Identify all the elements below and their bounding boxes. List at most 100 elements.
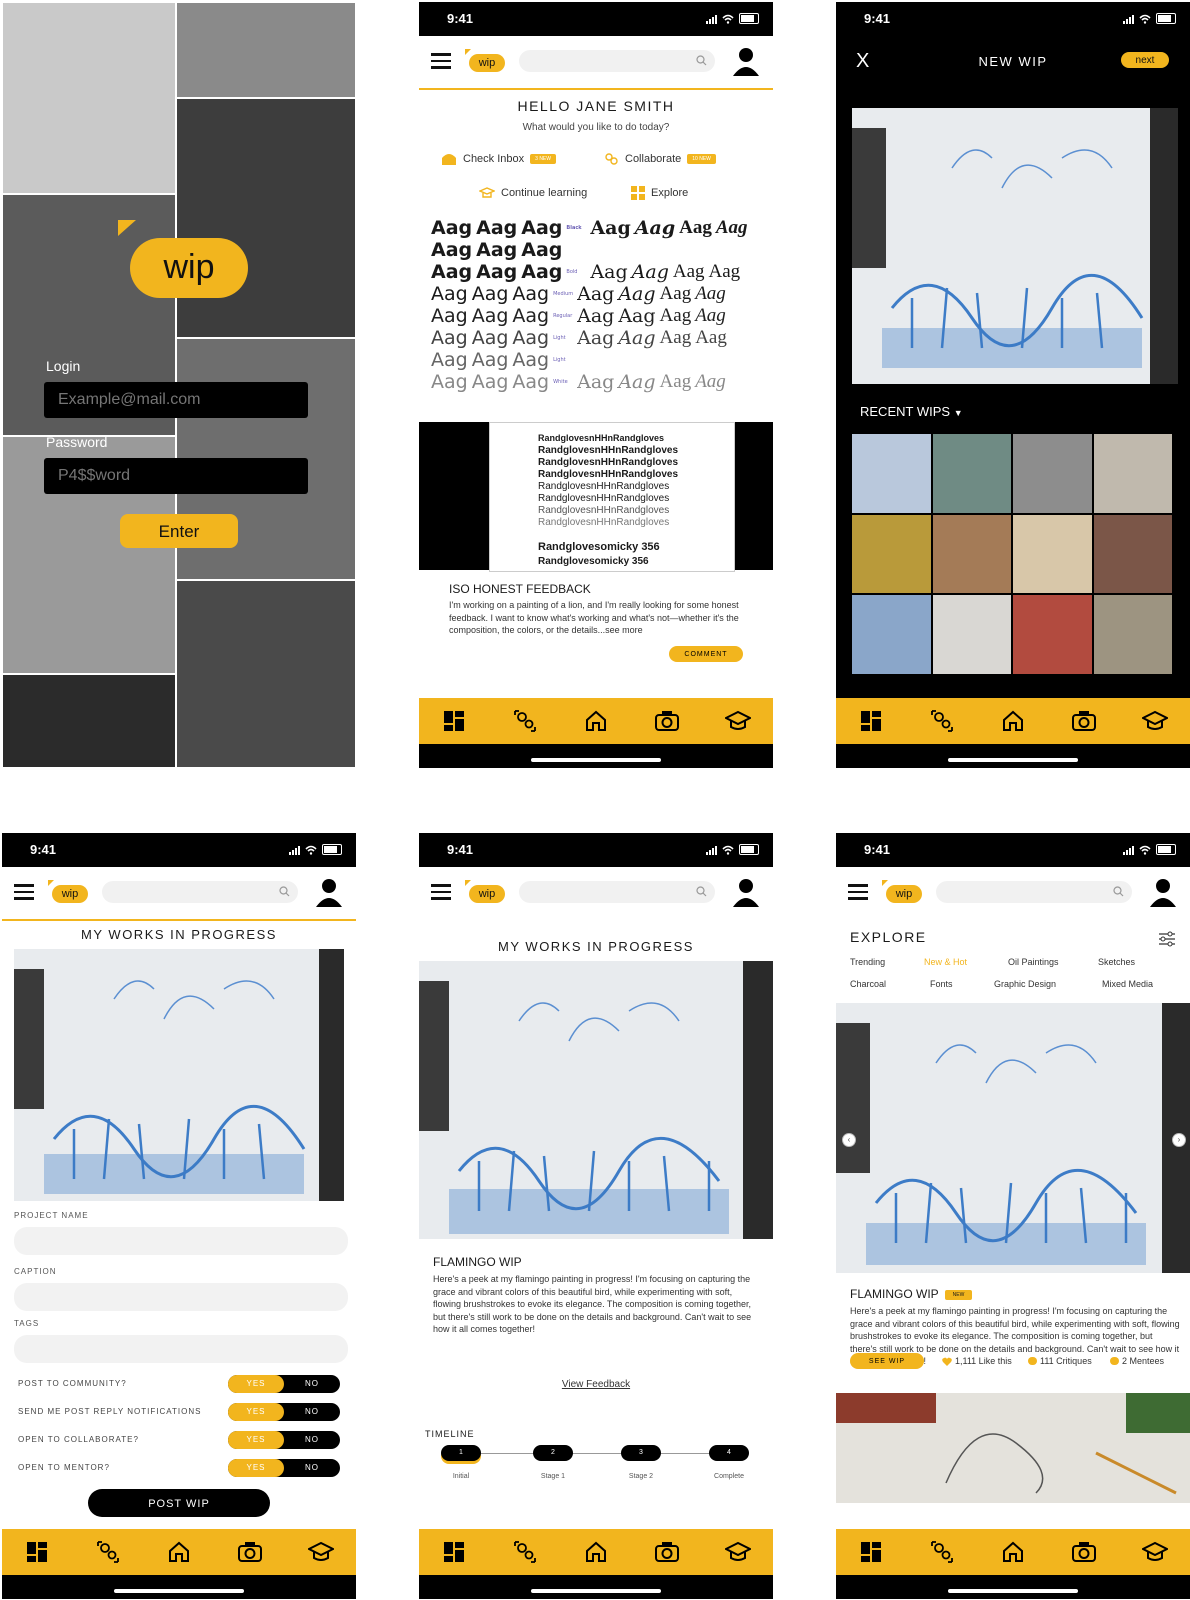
tab-dashboard[interactable] — [22, 1537, 52, 1567]
category-graphic-design[interactable]: Graphic Design — [994, 979, 1056, 989]
recent-wip-thumb[interactable] — [852, 595, 931, 674]
tab-camera[interactable] — [235, 1537, 265, 1567]
view-feedback-link[interactable]: View Feedback — [419, 1379, 773, 1390]
recent-wip-thumb[interactable] — [932, 595, 1011, 674]
tab-camera[interactable] — [1069, 706, 1099, 736]
email-field[interactable] — [44, 382, 308, 418]
tab-camera[interactable] — [1069, 1537, 1099, 1567]
yes-no-toggle[interactable]: YES NO — [228, 1403, 340, 1421]
profile-icon[interactable] — [1148, 877, 1178, 907]
dashboard-icon — [444, 1542, 465, 1562]
recent-wip-thumb[interactable] — [932, 434, 1011, 513]
wip-logo[interactable]: wip — [882, 880, 922, 903]
menu-icon[interactable] — [14, 884, 34, 900]
wip-logo[interactable]: wip — [465, 880, 505, 903]
recent-wip-thumb[interactable] — [1093, 434, 1172, 513]
tab-home[interactable] — [581, 706, 611, 736]
tab-dashboard[interactable] — [856, 1537, 886, 1567]
recent-wips-dropdown[interactable]: RECENT WIPS ▼ — [860, 404, 963, 419]
recent-wip-thumb[interactable] — [852, 434, 931, 513]
tab-home[interactable] — [581, 1537, 611, 1567]
type-mockup-image[interactable]: RandglovesnHHnRandgloves RandglovesnHHnR… — [419, 422, 773, 572]
tab-dashboard[interactable] — [439, 1537, 469, 1567]
check-inbox-button[interactable]: Check Inbox 3 NEW — [441, 152, 556, 166]
category-new-hot[interactable]: New & Hot — [924, 957, 967, 967]
tags-field[interactable] — [14, 1335, 348, 1363]
search-input[interactable] — [519, 50, 715, 72]
next-button[interactable]: next — [1121, 52, 1169, 68]
project-name-field[interactable] — [14, 1227, 348, 1255]
tab-collaborate[interactable] — [510, 1537, 540, 1567]
post-wip-button[interactable]: POST WIP — [88, 1489, 270, 1517]
tab-camera[interactable] — [652, 706, 682, 736]
category-fonts[interactable]: Fonts — [930, 979, 953, 989]
featured-wip-photo[interactable] — [836, 1003, 1190, 1273]
timeline-stage[interactable]: 4 — [709, 1445, 749, 1461]
wip-photo[interactable] — [14, 949, 344, 1201]
carousel-next-button[interactable]: › — [1172, 1133, 1186, 1147]
recent-wip-thumb[interactable] — [852, 514, 931, 594]
caption-field[interactable] — [14, 1283, 348, 1311]
category-charcoal[interactable]: Charcoal — [850, 979, 886, 989]
tab-learn[interactable] — [723, 706, 753, 736]
tab-dashboard[interactable] — [439, 706, 469, 736]
menu-icon[interactable] — [431, 53, 451, 69]
category-trending[interactable]: Trending — [850, 957, 885, 967]
tab-learn[interactable] — [723, 1537, 753, 1567]
selected-wip-photo[interactable] — [852, 108, 1178, 384]
tab-learn[interactable] — [306, 1537, 336, 1567]
recent-wip-thumb[interactable] — [932, 514, 1011, 594]
collaborate-button[interactable]: Collaborate 10 NEW — [603, 152, 716, 166]
likes-stat[interactable]: 1,111 Like this — [942, 1356, 1012, 1366]
menu-icon[interactable] — [431, 884, 451, 900]
tab-home[interactable] — [998, 706, 1028, 736]
carousel-prev-button[interactable]: ‹ — [842, 1133, 856, 1147]
graduation-cap-icon — [307, 1541, 334, 1561]
enter-button[interactable]: Enter — [120, 514, 238, 548]
search-input[interactable] — [102, 881, 298, 903]
search-input[interactable] — [519, 881, 715, 903]
tab-collaborate[interactable] — [510, 706, 540, 736]
timeline-stage[interactable]: 3 — [621, 1445, 661, 1461]
see-wip-button[interactable]: SEE WIP — [850, 1353, 924, 1369]
recent-wip-thumb[interactable] — [1093, 595, 1172, 674]
tab-home[interactable] — [164, 1537, 194, 1567]
yes-no-toggle[interactable]: YES NO — [228, 1431, 340, 1449]
critiques-stat[interactable]: 111 Critiques — [1028, 1356, 1092, 1366]
explore-button[interactable]: Explore — [631, 186, 688, 200]
profile-icon[interactable] — [731, 46, 761, 76]
recent-wip-thumb[interactable] — [1093, 514, 1172, 594]
tab-learn[interactable] — [1140, 706, 1170, 736]
tab-collaborate[interactable] — [927, 1537, 957, 1567]
wip-logo[interactable]: wip — [48, 880, 88, 903]
tab-home[interactable] — [998, 1537, 1028, 1567]
next-wip-photo[interactable] — [836, 1393, 1190, 1503]
tab-learn[interactable] — [1140, 1537, 1170, 1567]
wip-logo[interactable]: wip — [465, 49, 505, 72]
search-input[interactable] — [936, 881, 1132, 903]
recent-wip-thumb[interactable] — [1013, 514, 1092, 594]
tab-collaborate[interactable] — [93, 1537, 123, 1567]
password-field[interactable] — [44, 458, 308, 494]
category-sketches[interactable]: Sketches — [1098, 957, 1135, 967]
category-oil-paintings[interactable]: Oil Paintings — [1008, 957, 1059, 967]
timeline-line — [459, 1453, 745, 1454]
tab-camera[interactable] — [652, 1537, 682, 1567]
timeline-stage[interactable]: 1 — [441, 1445, 481, 1461]
continue-learning-button[interactable]: Continue learning — [479, 186, 587, 200]
tab-dashboard[interactable] — [856, 706, 886, 736]
category-mixed-media[interactable]: Mixed Media — [1102, 979, 1153, 989]
tab-collaborate[interactable] — [927, 706, 957, 736]
timeline-stage[interactable]: 2 — [533, 1445, 573, 1461]
mentees-stat[interactable]: 2 Mentees — [1110, 1356, 1164, 1366]
comment-button[interactable]: COMMENT — [669, 646, 743, 662]
profile-icon[interactable] — [314, 877, 344, 907]
profile-icon[interactable] — [731, 877, 761, 907]
yes-no-toggle[interactable]: YES NO — [228, 1459, 340, 1477]
yes-no-toggle[interactable]: YES NO — [228, 1375, 340, 1393]
recent-wip-thumb[interactable] — [1013, 595, 1092, 674]
menu-icon[interactable] — [848, 884, 868, 900]
recent-wip-thumb[interactable] — [1013, 434, 1092, 513]
wip-photo[interactable] — [419, 961, 773, 1239]
filter-icon[interactable] — [1158, 931, 1176, 947]
